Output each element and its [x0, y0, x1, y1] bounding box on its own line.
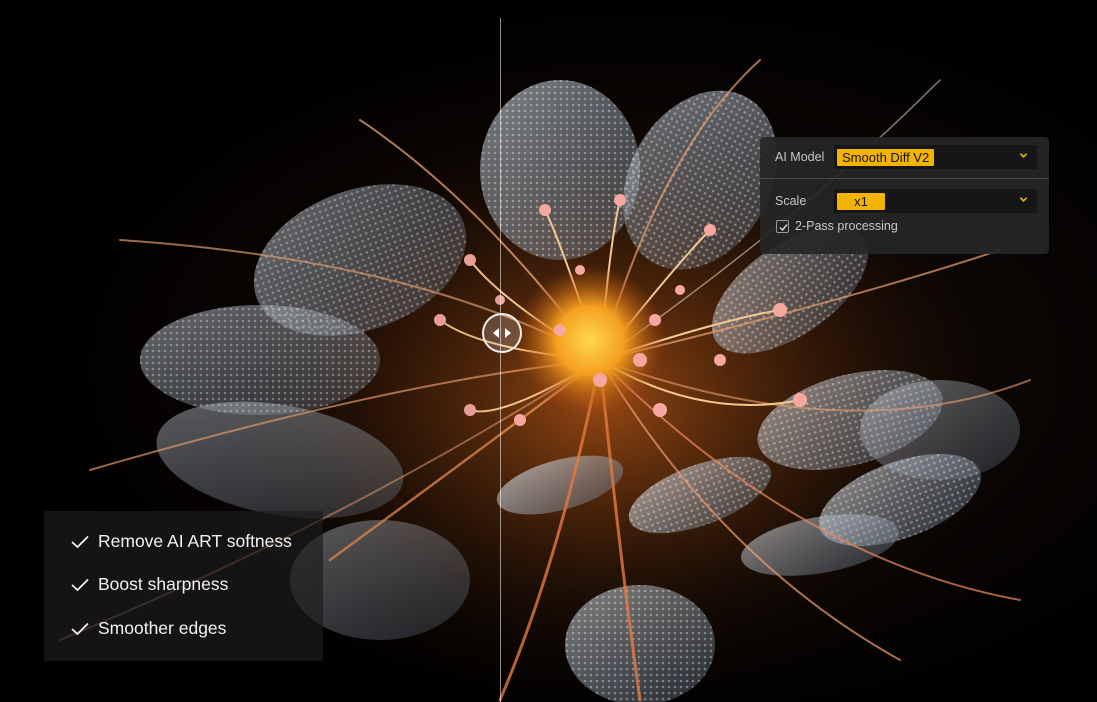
left-right-arrows-icon[interactable] [482, 313, 522, 353]
feature-label: Smoother edges [98, 618, 227, 638]
two-pass-toggle[interactable]: 2-Pass processing [776, 219, 898, 233]
feature-item: Remove AI ART softness [70, 531, 292, 552]
arrow-right-icon [505, 328, 511, 338]
arrow-left-icon [493, 328, 499, 338]
features-list: Remove AI ART softness Boost sharpness S… [44, 511, 323, 661]
chevron-down-icon [1019, 153, 1028, 158]
check-icon [71, 578, 89, 591]
scale-dropdown[interactable]: x1 [834, 189, 1037, 213]
two-pass-checkbox[interactable] [776, 219, 789, 233]
feature-label: Boost sharpness [98, 574, 229, 594]
scale-row: Scale x1 [760, 189, 1049, 213]
check-icon [71, 535, 89, 548]
panel-divider [760, 178, 1049, 179]
scale-value: x1 [837, 193, 885, 210]
ai-model-value: Smooth Diff V2 [837, 149, 935, 166]
two-pass-label: 2-Pass processing [795, 219, 898, 233]
ai-model-dropdown[interactable]: Smooth Diff V2 [834, 145, 1037, 169]
check-icon [71, 622, 89, 635]
ai-model-row: AI Model Smooth Diff V2 [760, 143, 1049, 171]
feature-label: Remove AI ART softness [98, 531, 292, 551]
ai-model-label: AI Model [775, 150, 825, 164]
feature-item: Boost sharpness [70, 574, 228, 595]
settings-panel: AI Model Smooth Diff V2 Scale x1 2-Pass … [760, 137, 1049, 254]
check-icon [779, 223, 788, 231]
feature-item: Smoother edges [70, 618, 226, 639]
comparison-divider[interactable] [500, 18, 501, 702]
scale-label: Scale [775, 194, 807, 208]
chevron-down-icon [1019, 197, 1028, 202]
